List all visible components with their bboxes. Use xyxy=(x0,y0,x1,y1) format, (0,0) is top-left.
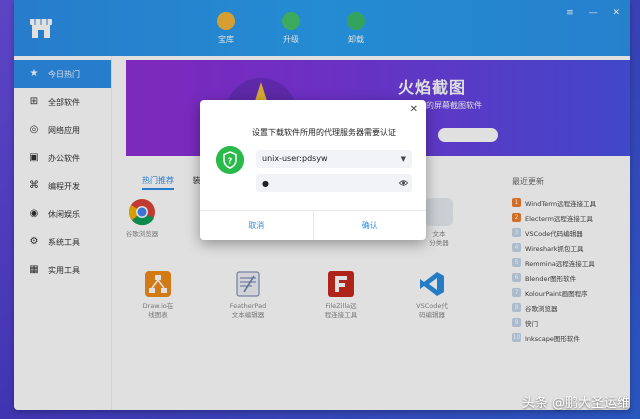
proxy-auth-dialog: ✕ 设置下载软件所用的代理服务器需要认证 ? unix-user:pdsyw ▼… xyxy=(200,100,426,240)
svg-text:?: ? xyxy=(228,157,233,166)
shield-icon: ? xyxy=(216,146,244,174)
dialog-footer: 取消 确认 xyxy=(200,210,426,240)
eye-icon[interactable] xyxy=(399,179,408,187)
confirm-button[interactable]: 确认 xyxy=(314,211,427,240)
close-icon[interactable]: ✕ xyxy=(410,104,418,115)
watermark-text: 头条 @鹏大圣运维 xyxy=(521,396,630,411)
username-field[interactable]: unix-user:pdsyw ▼ xyxy=(256,150,412,168)
chevron-down-icon[interactable]: ▼ xyxy=(401,150,406,168)
password-field[interactable] xyxy=(256,174,412,192)
username-value: unix-user:pdsyw xyxy=(262,154,328,163)
cancel-button[interactable]: 取消 xyxy=(200,211,314,240)
dialog-message: 设置下载软件所用的代理服务器需要认证 xyxy=(252,128,396,137)
